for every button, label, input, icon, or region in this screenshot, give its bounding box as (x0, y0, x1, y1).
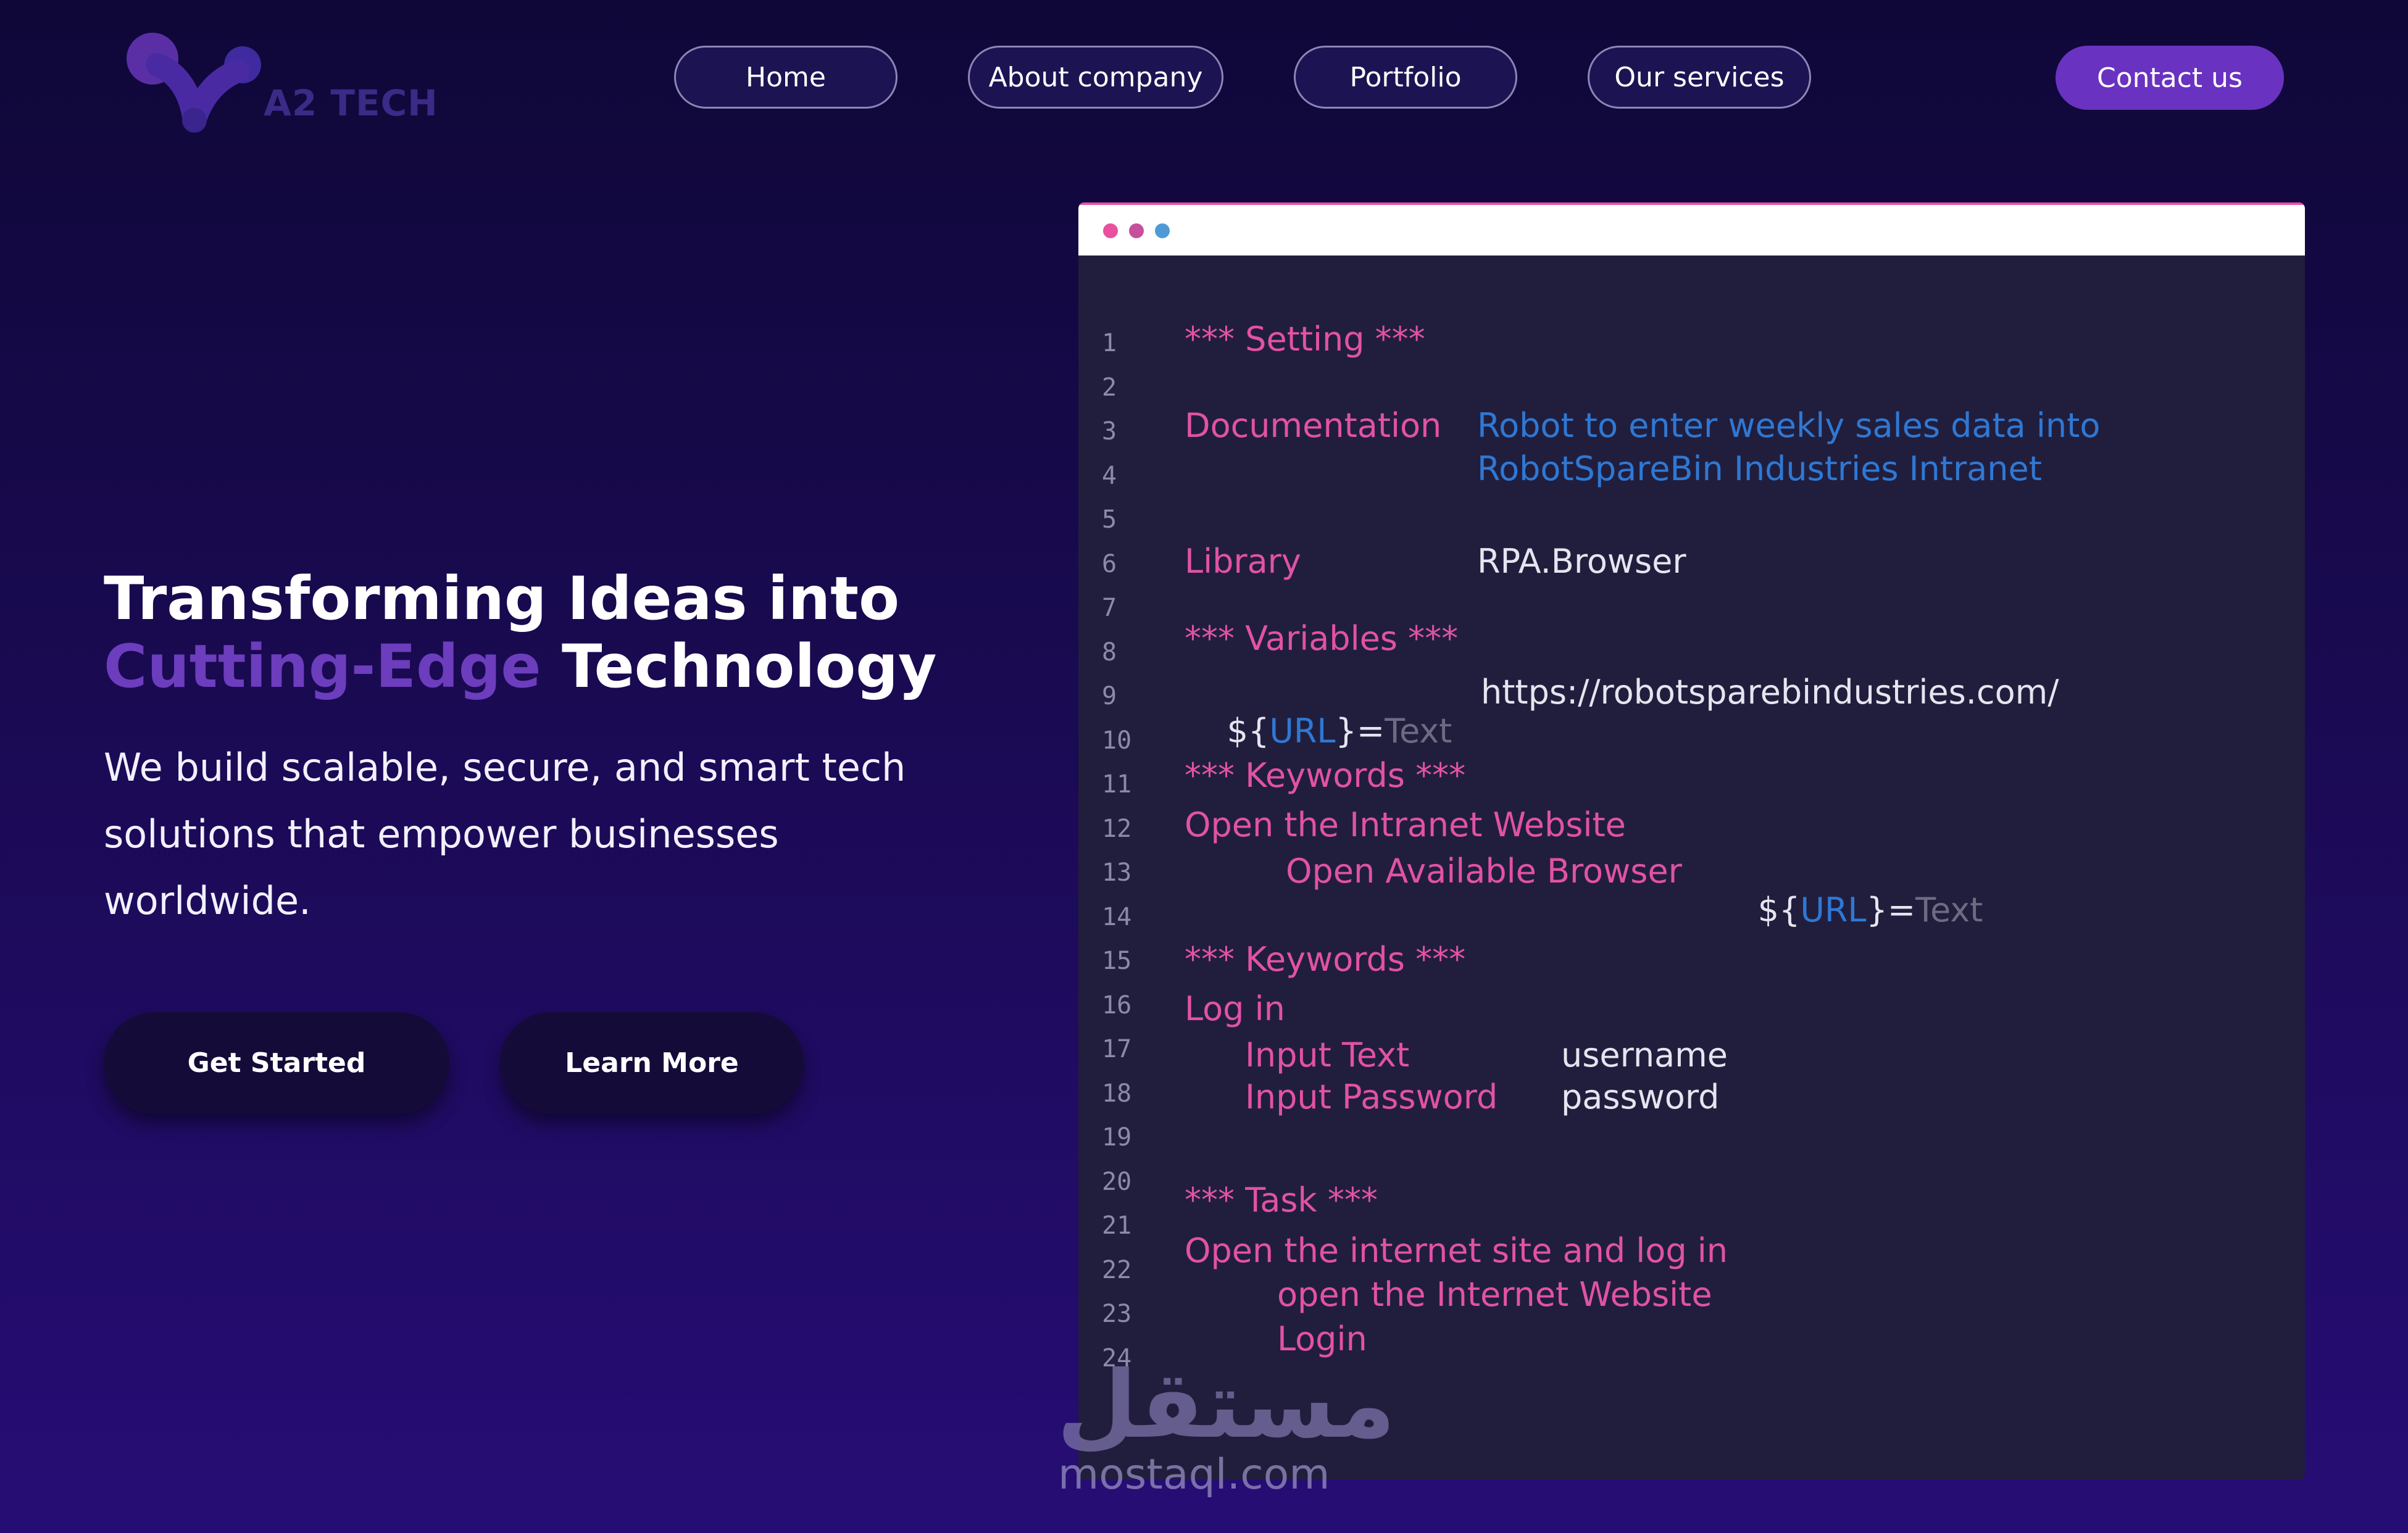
line-number: 19 (1102, 1123, 1132, 1152)
line-number: 1 (1102, 329, 1117, 357)
brand-logo[interactable]: A2 TECH (120, 28, 441, 136)
hero-title-rest: Technology (541, 632, 937, 701)
line-number: 14 (1102, 902, 1132, 931)
logo-text: A2 TECH (264, 82, 438, 124)
code-doc-value-1: Robot to enter weekly sales data into (1477, 406, 2101, 445)
line-number: 4 (1102, 461, 1117, 490)
code-var-type: Text (1385, 712, 1452, 750)
hero-subtitle-line2: solutions that empower businesses (104, 812, 779, 857)
learn-more-button[interactable]: Learn More (500, 1012, 804, 1114)
line-number: 23 (1102, 1300, 1132, 1328)
code-arg-dollar: ${ (1757, 891, 1801, 929)
code-url-value: https://robotsparebindustries.com/ (1481, 673, 2059, 712)
line-number: 12 (1102, 814, 1132, 843)
line-number: 5 (1102, 505, 1117, 534)
line-number: 3 (1102, 417, 1117, 446)
code-var-name: URL (1269, 712, 1336, 750)
nav-our-services[interactable]: Our services (1588, 46, 1811, 109)
get-started-button[interactable]: Get Started (104, 1012, 449, 1114)
code-arg-type: Text (1915, 891, 1983, 929)
code-key-documentation: Documentation (1185, 406, 1442, 445)
code-library-value: RPA.Browser (1477, 542, 1686, 581)
watermark-url: mostaql.com (1058, 1450, 1330, 1499)
code-input-text: Input Text (1245, 1036, 1410, 1074)
nav-about-company[interactable]: About company (968, 46, 1223, 109)
code-section-variables: *** Variables *** (1185, 619, 1459, 658)
line-number: 20 (1102, 1167, 1132, 1196)
hero-subtitle: We build scalable, secure, and smart tec… (104, 734, 1030, 934)
hero-title-line1: Transforming Ideas into (104, 564, 900, 633)
line-number: 8 (1102, 638, 1117, 667)
code-key-library: Library (1185, 542, 1301, 581)
line-number: 16 (1102, 991, 1132, 1020)
code-open-browser-arg: ${URL}=Text (1715, 852, 1983, 968)
nav-portfolio[interactable]: Portfolio (1294, 46, 1517, 109)
code-arg-close: }= (1866, 891, 1916, 929)
code-arg-name: URL (1800, 891, 1867, 929)
window-dot-icon (1129, 223, 1144, 238)
code-keyword-log-in: Log in (1185, 989, 1285, 1028)
window-dot-icon (1155, 223, 1170, 238)
hero-title: Transforming Ideas into Cutting-Edge Tec… (104, 565, 1030, 700)
contact-us-button[interactable]: Contact us (2056, 46, 2284, 110)
logo-mark-icon (127, 33, 261, 133)
code-var-dollar: ${ (1227, 712, 1270, 750)
code-section-setting: *** Setting *** (1185, 320, 1425, 359)
code-var-close: }= (1335, 712, 1385, 750)
line-number: 13 (1102, 858, 1132, 887)
line-number: 21 (1102, 1211, 1132, 1240)
line-number: 10 (1102, 726, 1132, 755)
code-task-step-open: open the Internet Website (1277, 1275, 1712, 1314)
line-number: 2 (1102, 373, 1117, 402)
code-doc-value-2: RobotSpareBin Industries Intranet (1477, 449, 2042, 488)
code-task-name: Open the internet site and log in (1185, 1231, 1728, 1270)
editor-title-bar (1078, 202, 2305, 255)
line-number: 11 (1102, 770, 1132, 799)
hero-subtitle-line3: worldwide. (104, 878, 311, 923)
hero-title-accent: Cutting-Edge (104, 632, 541, 701)
code-section-task: *** Task *** (1185, 1181, 1378, 1219)
nav-home[interactable]: Home (674, 46, 898, 109)
line-number: 6 (1102, 549, 1117, 578)
line-number: 17 (1102, 1035, 1132, 1063)
line-number: 7 (1102, 594, 1117, 622)
code-open-browser: Open Available Browser (1286, 852, 1682, 891)
hero-subtitle-line1: We build scalable, secure, and smart tec… (104, 745, 906, 790)
code-section-keywords-1: *** Keywords *** (1185, 756, 1466, 795)
line-number: 18 (1102, 1079, 1132, 1108)
line-number: 15 (1102, 947, 1132, 975)
line-number: 22 (1102, 1255, 1132, 1284)
code-password-value: password (1561, 1078, 1720, 1116)
code-keyword-open-intranet: Open the Intranet Website (1185, 805, 1626, 844)
watermark-logo: مستقل (1057, 1352, 1396, 1459)
code-username-value: username (1561, 1036, 1728, 1074)
code-input-password: Input Password (1245, 1078, 1498, 1116)
window-dot-icon (1103, 223, 1118, 238)
code-editor-window: 1 2 3 4 5 6 7 8 9 10 11 12 13 14 15 16 17 18 19 20 21 22 23 24 … (1078, 202, 2305, 1480)
line-number: 9 (1102, 682, 1117, 710)
code-section-keywords-2: *** Keywords *** (1185, 940, 1466, 979)
